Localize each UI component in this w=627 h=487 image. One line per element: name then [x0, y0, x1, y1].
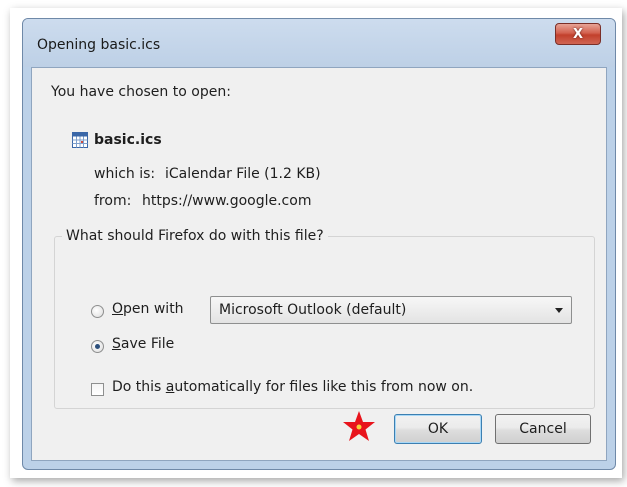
auto-action-label-after: utomatically for files like this from no… — [174, 379, 474, 395]
dialog-body: You have chosen to open: basic.ics which… — [31, 67, 607, 461]
which-is-label: which is: — [94, 166, 156, 182]
calendar-file-icon — [72, 132, 88, 148]
ok-button-label: OK — [427, 421, 449, 437]
cancel-button[interactable]: Cancel — [495, 414, 591, 444]
close-button[interactable]: X — [555, 23, 601, 45]
radio-selected-dot — [95, 344, 100, 349]
intro-text: You have chosen to open: — [51, 84, 231, 100]
open-with-radio[interactable] — [91, 305, 104, 318]
save-file-label-rest: ave File — [120, 336, 175, 352]
open-with-label-rest: pen with — [123, 301, 184, 317]
open-with-label[interactable]: Open with — [112, 301, 184, 317]
screenshot-frame: Opening basic.ics X You have chosen to o… — [0, 0, 627, 487]
dialog-window: Opening basic.ics X You have chosen to o… — [22, 18, 616, 470]
source-url-value: https://www.google.com — [142, 193, 312, 209]
file-name: basic.ics — [94, 132, 162, 148]
open-with-select[interactable]: Microsoft Outlook (default) — [210, 296, 572, 324]
save-file-radio[interactable] — [91, 340, 104, 353]
from-label: from: — [94, 193, 132, 209]
chevron-down-icon — [555, 308, 563, 313]
title-bar[interactable]: Opening basic.ics X — [23, 19, 615, 67]
auto-action-label[interactable]: Do this automatically for files like thi… — [112, 379, 473, 395]
red-star-marker-icon — [343, 411, 375, 441]
cancel-button-label: Cancel — [519, 421, 567, 437]
auto-action-label-before: Do this — [112, 379, 166, 395]
open-with-select-value: Microsoft Outlook (default) — [219, 302, 407, 318]
dialog-title: Opening basic.ics — [37, 37, 161, 53]
open-with-accel: O — [112, 301, 124, 317]
ok-button[interactable]: OK — [394, 414, 482, 444]
star-marker-center — [356, 424, 362, 430]
save-file-label[interactable]: Save File — [112, 336, 174, 352]
auto-action-checkbox[interactable] — [91, 383, 104, 396]
close-icon: X — [572, 26, 584, 42]
file-type-value: iCalendar File (1.2 KB) — [165, 166, 321, 182]
save-file-accel: S — [112, 336, 121, 352]
action-group-legend: What should Firefox do with this file? — [62, 228, 328, 244]
